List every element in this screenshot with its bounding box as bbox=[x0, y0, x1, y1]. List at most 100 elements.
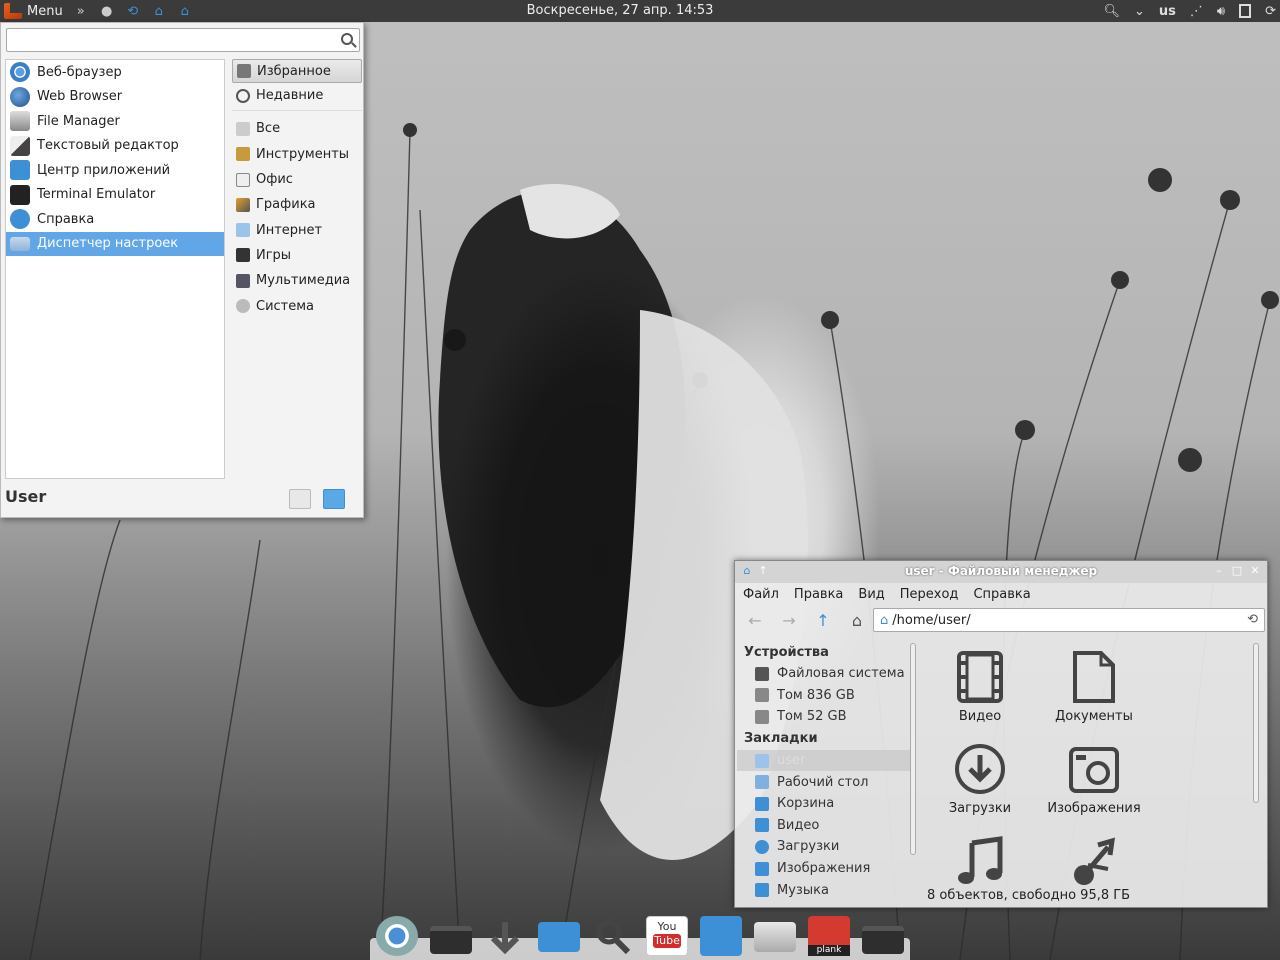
minimize-icon[interactable]: – bbox=[1213, 565, 1225, 577]
app-center-icon[interactable] bbox=[700, 916, 742, 956]
window-titlebar[interactable]: ⌂ ↑ user - Файловый менеджер – □ ✕ bbox=[735, 561, 1267, 583]
bookmark-user[interactable]: user bbox=[737, 749, 915, 772]
bookmark-videos[interactable]: Видео bbox=[737, 815, 915, 837]
plank-icon[interactable]: plank bbox=[808, 916, 850, 956]
network-icon[interactable]: ⋰ bbox=[1190, 4, 1203, 19]
chromium-icon bbox=[10, 62, 30, 83]
category-graphics[interactable]: Графика bbox=[232, 192, 362, 217]
favorite-item-web-browser-ru[interactable]: Веб-браузер bbox=[6, 60, 224, 85]
side-item-label: Видео bbox=[777, 817, 820, 833]
text-editor-icon bbox=[10, 135, 30, 156]
maximize-icon[interactable]: □ bbox=[1231, 565, 1243, 577]
close-icon[interactable]: ✕ bbox=[1249, 565, 1261, 577]
menu-file[interactable]: Файл bbox=[743, 587, 779, 602]
home-icon[interactable]: ⌂ bbox=[843, 608, 871, 632]
bookmark-music[interactable]: Музыка bbox=[737, 879, 915, 901]
plank-dock: You Tube plank bbox=[370, 912, 910, 960]
favorite-label: Текстовый редактор bbox=[37, 138, 179, 154]
favorite-item-web-browser[interactable]: Web Browser bbox=[6, 85, 224, 110]
search-icon[interactable]: 🔍︎ bbox=[1103, 4, 1120, 19]
power-icon[interactable]: ⟳ bbox=[1265, 4, 1276, 19]
favorite-item-file-manager[interactable]: File Manager bbox=[6, 109, 224, 134]
keyboard-layout[interactable]: us bbox=[1159, 4, 1176, 19]
category-internet[interactable]: Интернет bbox=[232, 217, 362, 242]
folder-videos[interactable]: Видео bbox=[925, 651, 1035, 724]
chromium-icon[interactable] bbox=[376, 916, 418, 956]
favorite-item-settings-manager[interactable]: Диспетчер настроек bbox=[6, 231, 224, 256]
device-volume-52[interactable]: Том 52 GB bbox=[737, 706, 915, 728]
folder-documents[interactable]: Документы bbox=[1039, 651, 1149, 724]
app-center-icon bbox=[10, 160, 30, 181]
menu-search-input[interactable] bbox=[6, 28, 360, 52]
side-item-label: Том 52 GB bbox=[777, 709, 847, 725]
download-icon bbox=[755, 839, 769, 854]
bookmark-pictures[interactable]: Изображения bbox=[737, 858, 915, 880]
terminal-icon[interactable] bbox=[862, 926, 904, 954]
icon-view-scrollbar[interactable] bbox=[1253, 643, 1259, 803]
home-icon: ⌂ bbox=[880, 612, 889, 628]
favorite-label: Веб-браузер bbox=[37, 64, 122, 80]
side-item-label: Рабочий стол bbox=[777, 774, 869, 790]
menu-edit[interactable]: Правка bbox=[794, 587, 843, 602]
favorite-item-terminal[interactable]: Terminal Emulator bbox=[6, 183, 224, 208]
favorite-label: Terminal Emulator bbox=[37, 187, 156, 203]
settings-icon[interactable] bbox=[754, 922, 796, 952]
music-folder-icon bbox=[954, 835, 1006, 887]
favorite-item-app-center[interactable]: Центр приложений bbox=[6, 158, 224, 183]
bookmark-trash[interactable]: Корзина bbox=[737, 793, 915, 815]
bookmarks-heading: Закладки bbox=[744, 731, 818, 747]
location-bar[interactable]: ⌂ /home/user/ ⟲ bbox=[873, 608, 1265, 632]
folder-pictures[interactable]: Изображения bbox=[1039, 743, 1149, 816]
menu-help[interactable]: Справка bbox=[973, 587, 1030, 602]
logout-button[interactable] bbox=[323, 489, 345, 509]
terminal-icon bbox=[10, 184, 30, 205]
youtube-icon[interactable]: You Tube bbox=[646, 916, 688, 956]
category-system[interactable]: Система bbox=[232, 293, 362, 318]
screen-icon[interactable] bbox=[538, 922, 580, 952]
up-arrow-icon[interactable]: ↑ bbox=[809, 608, 837, 632]
documents-folder-icon bbox=[1068, 651, 1120, 703]
side-item-label: user bbox=[777, 753, 806, 769]
category-tools[interactable]: Инструменты bbox=[232, 142, 362, 167]
clock[interactable]: Воскресенье, 27 апр. 14:53 bbox=[0, 3, 1240, 18]
chevron-down-icon[interactable]: ⌄ bbox=[1134, 4, 1145, 19]
file-manager-icon[interactable] bbox=[430, 926, 472, 954]
category-recent[interactable]: Недавние bbox=[232, 83, 362, 108]
top-panel: Menu » ● ⟲ ⌂ ⌂ Воскресенье, 27 апр. 14:5… bbox=[0, 0, 1280, 22]
category-favorites[interactable]: Избранное bbox=[232, 59, 362, 83]
settings-manager-button[interactable] bbox=[289, 489, 311, 509]
icon-view: Видео Документы Загрузки Изображения bbox=[925, 641, 1255, 891]
favorite-item-text-editor[interactable]: Текстовый редактор bbox=[6, 134, 224, 159]
favorite-item-help[interactable]: Справка bbox=[6, 207, 224, 232]
menu-view[interactable]: Вид bbox=[858, 587, 884, 602]
category-multimedia[interactable]: Мультимедиа bbox=[232, 268, 362, 293]
menu-user-name: User bbox=[5, 487, 47, 506]
category-office[interactable]: Офис bbox=[232, 167, 362, 192]
back-arrow-icon[interactable]: ← bbox=[741, 608, 769, 632]
favorites-list: Веб-браузер Web Browser File Manager Тек… bbox=[5, 59, 225, 479]
downloader-icon[interactable] bbox=[484, 916, 526, 956]
favorite-label: Диспетчер настроек bbox=[37, 236, 179, 252]
bookmark-downloads[interactable]: Загрузки bbox=[737, 836, 915, 858]
reload-icon[interactable]: ⟲ bbox=[1247, 612, 1258, 627]
menu-go[interactable]: Переход bbox=[900, 587, 959, 602]
device-volume-836[interactable]: Том 836 GB bbox=[737, 685, 915, 707]
favorite-label: Web Browser bbox=[37, 89, 123, 105]
category-all[interactable]: Все bbox=[232, 116, 362, 141]
device-filesystem[interactable]: Файловая система bbox=[737, 663, 915, 685]
category-games[interactable]: Игры bbox=[232, 243, 362, 268]
forward-arrow-icon[interactable]: → bbox=[775, 608, 803, 632]
volume-icon[interactable]: 🔊︎ bbox=[1217, 4, 1225, 19]
devices-heading: Устройства bbox=[744, 644, 829, 660]
home-icon bbox=[755, 753, 769, 768]
folder-label: Изображения bbox=[1047, 801, 1141, 816]
notification-icon[interactable] bbox=[1239, 4, 1252, 18]
search-icon[interactable] bbox=[592, 916, 634, 956]
bookmark-desktop[interactable]: Рабочий стол bbox=[737, 771, 915, 793]
folder-public[interactable] bbox=[1039, 835, 1149, 891]
folder-label: Документы bbox=[1055, 709, 1133, 724]
side-pane-scrollbar[interactable] bbox=[910, 643, 916, 855]
drive-icon bbox=[755, 709, 769, 724]
folder-music[interactable] bbox=[925, 835, 1035, 891]
folder-downloads[interactable]: Загрузки bbox=[925, 743, 1035, 816]
